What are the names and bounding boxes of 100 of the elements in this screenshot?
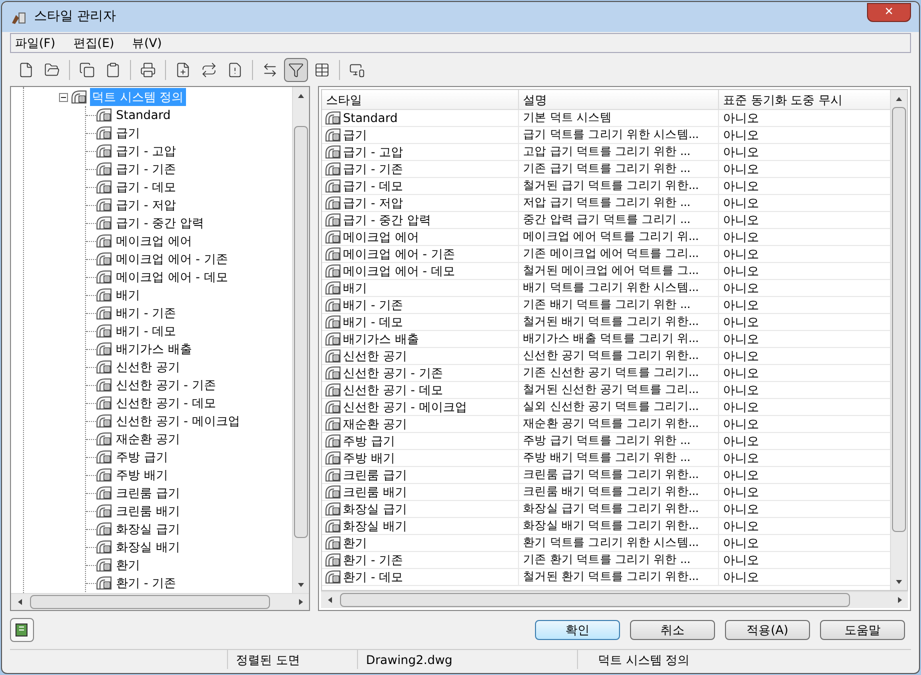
vertical-scrollbar[interactable] [890, 90, 907, 590]
table-cell: 크린룸 급기 덕트를 그리기 위한... [523, 467, 699, 483]
table-cell: 화장실 배기 덕트를 그리기 위한... [523, 518, 699, 534]
arrow-right-icon[interactable] [896, 596, 904, 604]
tree-item[interactable]: 화장실 급기 [114, 520, 182, 538]
table-cell: 크린룸 배기 덕트를 그리기 위한... [523, 484, 699, 500]
duct-icon [96, 306, 112, 320]
duct-icon [96, 288, 112, 302]
tree-item[interactable]: 메이크업 에어 - 기존 [114, 250, 230, 268]
tree-item[interactable]: 환기 [114, 556, 142, 574]
tree-item[interactable]: 급기 [114, 124, 142, 142]
paste-icon [105, 62, 121, 78]
duct-icon [71, 90, 87, 104]
horizontal-scrollbar[interactable] [11, 593, 309, 610]
arrow-left-icon[interactable] [326, 596, 334, 604]
tree-item[interactable]: 크린룸 배기 [114, 502, 182, 520]
tree-item[interactable]: 급기 - 중간 압력 [114, 214, 206, 232]
column-header[interactable]: 설명 [519, 90, 719, 109]
tree-item[interactable]: 환기 - 기존 [114, 574, 178, 592]
table-cell-text: 아니오 [723, 467, 759, 484]
tree-item[interactable]: 주방 배기 [114, 466, 170, 484]
menu-item[interactable]: 파일(F) [15, 34, 56, 52]
table-cell-text: 아니오 [723, 178, 759, 195]
tree-item[interactable]: 배기 - 데모 [114, 322, 178, 340]
tree-item[interactable]: 신선한 공기 [114, 358, 182, 376]
arrow-left-icon[interactable] [16, 598, 24, 606]
duct-icon [96, 126, 112, 140]
tree-item[interactable]: 화장실 배기 [114, 538, 182, 556]
table-cell: 철거된 환기 덕트를 그리기 위한... [523, 569, 699, 585]
tree-item[interactable]: 급기 - 데모 [114, 178, 178, 196]
tree-item[interactable]: 배기 - 기존 [114, 304, 178, 322]
tree-item[interactable]: 급기 - 저압 [114, 196, 178, 214]
table-cell: 환기 덕트를 그리기 위한 시스템... [523, 535, 699, 551]
menu-item[interactable]: 뷰(V) [132, 34, 162, 52]
table-cell-text: 아니오 [723, 280, 759, 297]
status-text: 덕트 시스템 정의 [598, 652, 690, 668]
table-cell: 기존 신선한 공기 덕트를 그리기... [523, 365, 699, 381]
printer-icon [140, 62, 156, 78]
duct-icon [96, 144, 112, 158]
table-cell-text: 아니오 [723, 382, 759, 399]
tree-item[interactable]: 신선한 공기 - 메이크업 [114, 412, 242, 430]
duct-icon [96, 396, 112, 410]
arrow-up-icon[interactable] [297, 92, 305, 100]
table-cell-text: 아니오 [723, 263, 759, 280]
column-header[interactable]: 표준 동기화 도중 무시 [719, 90, 890, 109]
table-cell: 기존 배기 덕트를 그리기 위한 ... [523, 297, 690, 313]
table-cell-text: 급기 - 데모 [343, 178, 403, 195]
duct-icon [96, 216, 112, 230]
table-cell-text: 아니오 [723, 552, 759, 569]
tree-item[interactable]: 메이크업 에어 [114, 232, 194, 250]
table-cell: 화장실 급기 덕트를 그리기 위한... [523, 501, 699, 517]
collapse-toggle[interactable] [59, 92, 68, 102]
window-title: 스타일 관리자 [34, 8, 118, 26]
tree-item[interactable]: 재순환 공기 [114, 430, 182, 448]
tree-item[interactable]: 크린룸 급기 [114, 484, 182, 502]
menu-item[interactable]: 편집(E) [73, 34, 114, 52]
tree-item[interactable]: 배기가스 배출 [114, 340, 194, 358]
duct-icon [96, 270, 112, 284]
table-cell-text: 아니오 [723, 518, 759, 535]
duct-icon [96, 540, 112, 554]
table-cell-text: 신선한 공기 - 기존 [343, 365, 443, 382]
column-header[interactable]: 스타일 [322, 90, 519, 109]
toolbar-button[interactable] [284, 58, 308, 82]
arrow-up-icon[interactable] [895, 94, 903, 102]
table-cell-text: 메이크업 에어 [343, 229, 419, 246]
tree-item[interactable]: 급기 - 기존 [114, 160, 178, 178]
table-cell-text: 아니오 [723, 127, 759, 144]
tree-item[interactable]: 신선한 공기 - 데모 [114, 394, 218, 412]
table-cell-text: 급기 - 저압 [343, 195, 403, 212]
table-cell: 철거된 메이크업 에어 덕트를 그... [523, 263, 699, 279]
table-cell-text: 화장실 배기 [343, 518, 407, 535]
table-cell-text: 주방 급기 [343, 433, 395, 450]
tree-item[interactable]: Standard [114, 106, 173, 124]
preview-button[interactable] [10, 618, 34, 642]
table-cell: 철거된 신선한 공기 덕트를 그리... [523, 382, 699, 398]
tree-item[interactable]: 주방 급기 [114, 448, 170, 466]
dialog-button[interactable]: 적용(A) [725, 620, 810, 640]
horizontal-scrollbar[interactable] [321, 591, 908, 608]
table-cell-text: 배기가스 배출 [343, 331, 419, 348]
preview-icon [14, 622, 30, 638]
duct-icon [96, 576, 112, 590]
duct-icon [96, 468, 112, 482]
vertical-scrollbar[interactable] [292, 87, 309, 593]
duct-icon [96, 414, 112, 428]
arrow-down-icon[interactable] [895, 578, 903, 586]
dialog-button[interactable]: 도움말 [820, 620, 905, 640]
table-cell: 철거된 급기 덕트를 그리기 위한... [523, 178, 699, 194]
tree-item[interactable]: 메이크업 에어 - 데모 [114, 268, 230, 286]
arrow-down-icon[interactable] [297, 580, 305, 588]
tree-item[interactable]: 배기 [114, 286, 142, 304]
dialog-button[interactable]: 확인 [535, 620, 620, 640]
tree-item[interactable]: 급기 - 고압 [114, 142, 178, 160]
close-button[interactable]: ✕ [867, 2, 911, 22]
tree-item[interactable]: 신선한 공기 - 기존 [114, 376, 218, 394]
table-cell-text: 크린룸 배기 [343, 484, 407, 501]
dialog-button[interactable]: 취소 [630, 620, 715, 640]
arrow-right-icon[interactable] [296, 598, 304, 606]
table-cell-text: 신선한 공기 - 메이크업 [343, 399, 467, 416]
table-cell-text: 아니오 [723, 450, 759, 467]
duct-icon [96, 450, 112, 464]
